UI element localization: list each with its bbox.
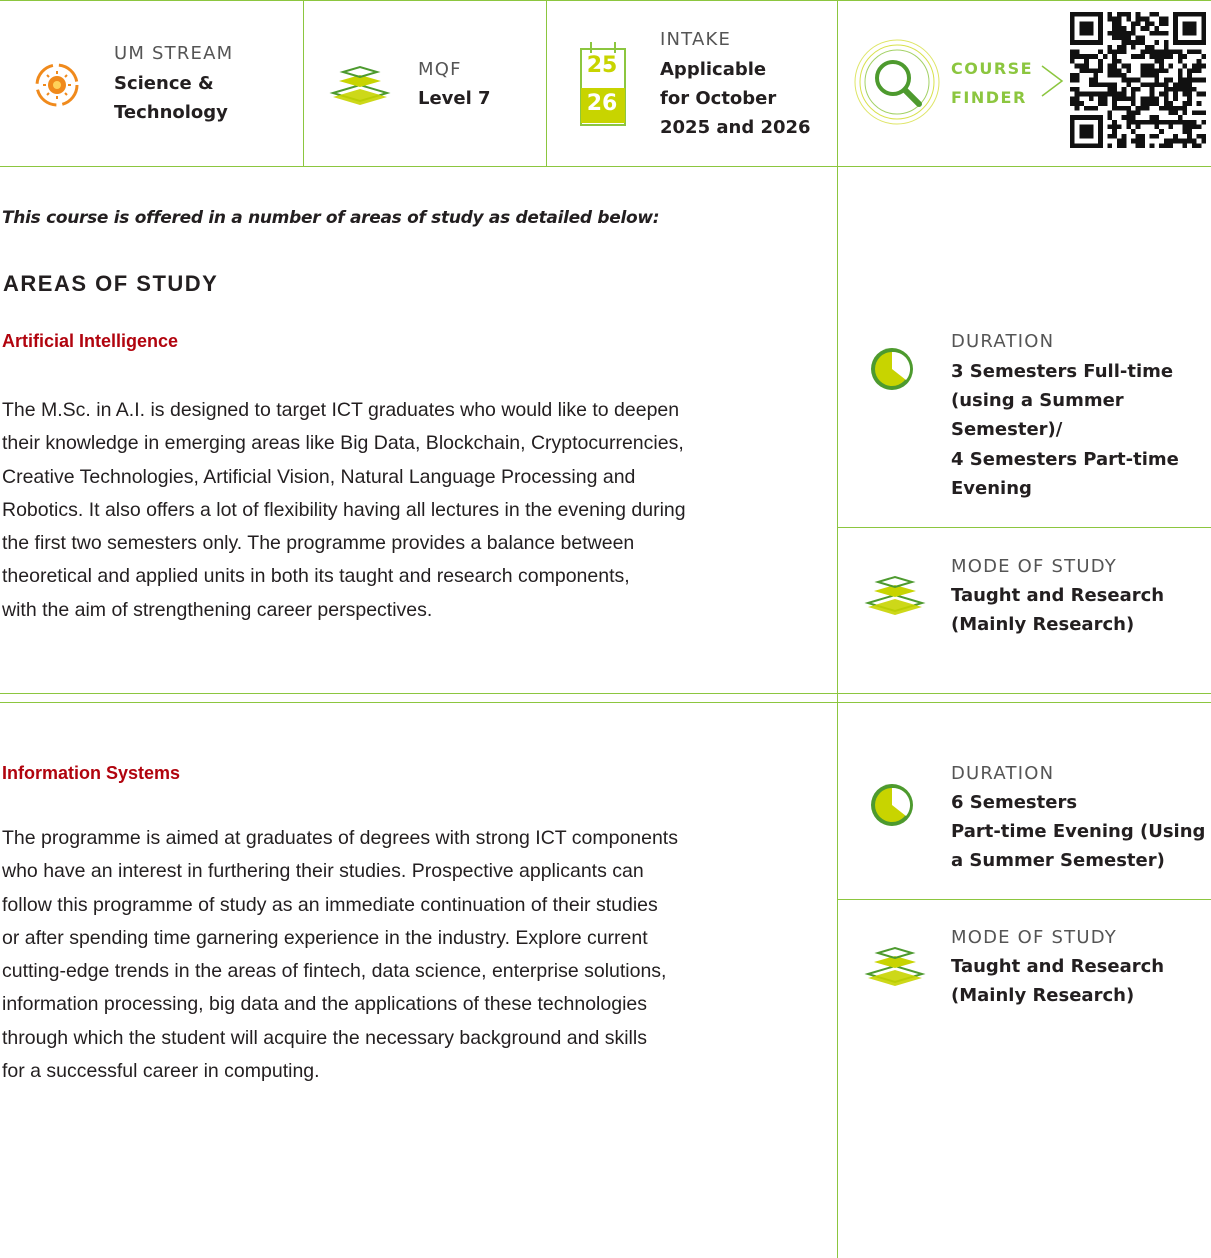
atom-sun-icon	[35, 63, 79, 107]
course-finder-line-1[interactable]: COURSE	[951, 54, 1033, 83]
calendar-icon: 25 26	[578, 40, 628, 130]
is-duration-line-2: Part-time Evening (Using	[951, 821, 1206, 842]
intake-value-line-3: 2025 and 2026	[660, 117, 811, 138]
is-duration-line-3: a Summer Semester)	[951, 850, 1165, 871]
paragraph-line: their knowledge in emerging areas like B…	[2, 432, 684, 455]
mqf-label: MQF	[418, 59, 462, 80]
ai-duration-line-3: Semester)/	[951, 419, 1063, 440]
paragraph-line: or after spending time garnering experie…	[2, 926, 648, 949]
paragraph-line: The programme is aimed at graduates of d…	[2, 827, 678, 849]
paragraph-line: cutting-edge trends in the areas of fint…	[2, 960, 667, 983]
sidebar-divider-is	[837, 899, 1211, 900]
magnifier-icon	[854, 39, 940, 125]
paragraph-line: through which the student will acquire t…	[2, 1026, 647, 1049]
is-mode-label: MODE OF STUDY	[951, 927, 1117, 948]
ai-duration-line-4: 4 Semesters Part-time	[951, 449, 1179, 470]
calendar-year-top: 25	[586, 53, 618, 78]
is-mode-line-2: (Mainly Research)	[951, 985, 1135, 1006]
sidebar-divider-ai	[837, 527, 1211, 528]
is-mode-line-1: Taught and Research	[951, 956, 1165, 977]
intro-text: This course is offered in a number of ar…	[2, 208, 660, 228]
intake-value-line-2: for October	[660, 88, 777, 109]
header-divider-1	[303, 0, 304, 166]
ai-mode-line-2: (Mainly Research)	[951, 614, 1135, 635]
paragraph-line: with the aim of strengthening career per…	[2, 598, 433, 621]
arrow-right-icon	[1041, 65, 1064, 97]
section-separator-1	[0, 693, 1211, 694]
stacked-layers-icon	[329, 65, 391, 105]
header-bottom-border	[0, 166, 1211, 167]
ai-mode-line-1: Taught and Research	[951, 585, 1165, 606]
paragraph-line: Robotics. It also offers a lot of flexib…	[2, 498, 686, 521]
header-divider-2	[546, 0, 547, 166]
clock-pie-icon	[871, 348, 913, 390]
area-ai-paragraph: The M.Sc. in A.I. is designed to target …	[2, 394, 822, 627]
ai-duration-line-1: 3 Semesters Full-time	[951, 361, 1174, 382]
intake-label: INTAKE	[660, 29, 732, 50]
areas-heading: AREAS OF STUDY	[3, 271, 219, 296]
area-is-paragraph: The programme is aimed at graduates of d…	[2, 822, 822, 1088]
ai-duration-label: DURATION	[951, 331, 1055, 352]
sidebar-divider	[837, 0, 838, 1258]
paragraph-line: follow this programme of study as an imm…	[2, 893, 658, 916]
paragraph-line: who have an interest in furthering their…	[2, 860, 644, 883]
top-border	[0, 0, 1211, 1]
paragraph-line: information processing, big data and the…	[2, 993, 648, 1016]
stream-value-line-2: Technology	[114, 102, 228, 123]
stream-value-line-1: Science &	[114, 73, 214, 94]
stream-label: UM STREAM	[114, 43, 234, 64]
calendar-year-bottom: 26	[586, 91, 618, 116]
ai-mode-label: MODE OF STUDY	[951, 556, 1117, 577]
is-duration-line-1: 6 Semesters	[951, 792, 1078, 813]
section-separator-2	[0, 702, 1211, 703]
paragraph-line: for a successful career in computing.	[2, 1060, 320, 1083]
stacked-layers-icon	[864, 946, 926, 986]
clock-pie-icon	[871, 784, 913, 826]
paragraph-line: the first two semesters only. The progra…	[2, 532, 635, 555]
qr-code-icon[interactable]	[1070, 12, 1206, 148]
intake-value-line-1: Applicable	[660, 59, 767, 80]
mqf-value: Level 7	[418, 88, 491, 109]
paragraph-line: theoretical and applied units in both it…	[2, 565, 630, 588]
paragraph-line: The M.Sc. in A.I. is designed to target …	[2, 399, 680, 421]
area-is-title: Information Systems	[2, 763, 181, 783]
stacked-layers-icon	[864, 575, 926, 615]
ai-duration-line-5: Evening	[951, 478, 1032, 499]
ai-duration-line-2: (using a Summer	[951, 390, 1124, 411]
paragraph-line: Creative Technologies, Artificial Vision…	[2, 465, 636, 488]
area-ai-title: Artificial Intelligence	[2, 331, 179, 351]
is-duration-label: DURATION	[951, 763, 1055, 784]
course-finder-line-2[interactable]: FINDER	[951, 83, 1027, 112]
